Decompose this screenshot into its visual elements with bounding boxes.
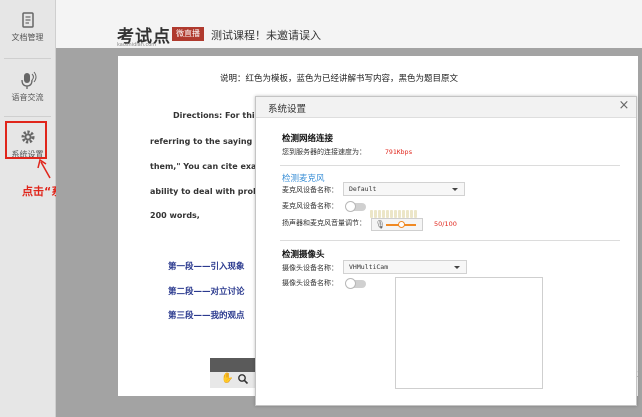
document-icon xyxy=(18,10,38,30)
system-settings-dialog: 系统设置 × 检测网络连接 您到服务器的连接速度为： 791Kbps 检测麦克风… xyxy=(255,96,637,406)
volume-label: 扬声器和麦克风音量调节： xyxy=(282,219,366,227)
sidebar: 文档管理 语音交流 系统设置 xyxy=(0,0,56,417)
microphone-icon xyxy=(18,70,38,90)
sidebar-item-voice-chat[interactable]: 语音交流 xyxy=(0,60,55,115)
microphone-toggle-label: 麦克风设备名称： xyxy=(282,202,338,210)
toggle-knob xyxy=(345,201,356,212)
connection-speed-value: 791Kbps xyxy=(385,148,413,156)
camera-toggle-label: 摄像头设备名称： xyxy=(282,279,338,287)
microphone-icon: 🎙 xyxy=(375,220,386,229)
camera-device-value: VHMultiCam xyxy=(349,263,389,271)
outline-paragraph: 第二段——对立讨论 xyxy=(168,287,245,297)
course-title: 测试课程！未邀请误入 xyxy=(211,29,321,42)
volume-slider[interactable]: 🎙 xyxy=(371,218,423,231)
microphone-section-title: 检测麦克风 xyxy=(282,174,325,184)
outline-paragraph: 第三段——我的观点 xyxy=(168,311,245,321)
connection-speed-label: 您到服务器的连接速度为： xyxy=(282,148,366,156)
outline-paragraph: 第一段——引入现象 xyxy=(168,262,245,272)
microphone-level-meter xyxy=(370,203,418,218)
network-section-title: 检测网络连接 xyxy=(282,134,334,144)
camera-device-select[interactable]: VHMultiCam xyxy=(343,260,467,274)
logo-url: kaoshidian.com xyxy=(117,42,157,48)
chevron-down-icon xyxy=(452,188,458,191)
camera-section-title: 检测摄像头 xyxy=(282,250,325,260)
toggle-knob xyxy=(345,278,356,289)
hand-icon[interactable]: ✋ xyxy=(221,373,233,385)
microphone-toggle[interactable] xyxy=(345,201,366,212)
sidebar-item-document-management[interactable]: 文档管理 xyxy=(0,0,55,55)
document-line: them," You can cite exar xyxy=(150,162,261,171)
sidebar-item-label: 语音交流 xyxy=(11,93,44,102)
zoom-icon[interactable] xyxy=(237,373,249,385)
camera-toggle[interactable] xyxy=(345,278,366,289)
document-note: 说明：红色为模板，蓝色为已经讲解书写内容，黑色为题目原文 xyxy=(220,74,459,84)
dialog-header: 系统设置 × xyxy=(256,97,636,118)
section-divider xyxy=(280,165,620,166)
camera-device-label: 摄像头设备名称： xyxy=(282,264,338,272)
document-toolbar-strip xyxy=(210,372,258,388)
dialog-title: 系统设置 xyxy=(268,104,307,115)
document-line: ability to deal with proble xyxy=(150,187,267,196)
close-icon[interactable]: × xyxy=(617,98,631,114)
volume-slider-handle[interactable] xyxy=(397,221,405,228)
live-badge: 微直播 xyxy=(172,27,204,41)
document-line: 200 words, xyxy=(150,211,200,220)
sidebar-item-label: 文档管理 xyxy=(11,33,44,42)
document-line: Directions: For this xyxy=(173,111,260,120)
sidebar-divider xyxy=(4,58,51,59)
camera-preview xyxy=(395,277,543,389)
microphone-device-value: Default xyxy=(349,185,377,193)
microphone-device-select[interactable]: Default xyxy=(343,182,465,196)
volume-value: 50/100 xyxy=(434,220,457,228)
section-divider xyxy=(280,240,620,241)
document-line: referring to the saying " xyxy=(150,137,260,146)
microphone-device-label: 麦克风设备名称： xyxy=(282,186,338,194)
chevron-down-icon xyxy=(454,266,460,269)
